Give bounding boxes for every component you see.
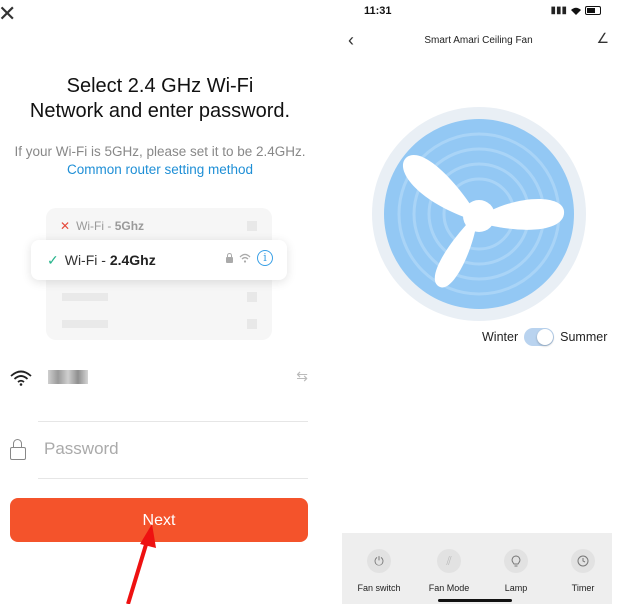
- switch-network-icon[interactable]: ⇆: [296, 368, 308, 385]
- nav-title: Smart Amari Ceiling Fan: [424, 35, 533, 46]
- signal-icon: ▮▮▮: [550, 5, 567, 16]
- password-input[interactable]: [42, 438, 286, 460]
- lamp-control[interactable]: Lamp: [486, 549, 546, 593]
- placeholder-bar: [62, 293, 108, 301]
- control-label: Fan switch: [357, 583, 401, 593]
- wifi-setup-screen: ✕ Select 2.4 GHz Wi-Fi Network and enter…: [0, 0, 320, 604]
- router-settings-link[interactable]: Common router setting method: [67, 162, 253, 177]
- fan-switch-control[interactable]: ⏻ Fan switch: [349, 549, 409, 593]
- control-label: Timer: [571, 583, 595, 593]
- battery-icon: [585, 6, 601, 15]
- control-bar: ⏻ Fan switch ⫽ Fan Mode Lamp Timer: [342, 533, 612, 604]
- placeholder-square: [247, 319, 257, 329]
- password-field[interactable]: [10, 433, 308, 473]
- checkmark-icon: ✓: [47, 252, 59, 268]
- wifi-small-icon: [239, 253, 251, 263]
- divider: [38, 421, 308, 422]
- page-title: Select 2.4 GHz Wi-Fi Network and enter p…: [0, 74, 320, 124]
- placeholder-square: [247, 221, 257, 231]
- wifi-24ghz-row: ✓ Wi-Fi - 2.4Ghz: [47, 252, 156, 269]
- fan-mode-control[interactable]: ⫽ Fan Mode: [419, 549, 479, 593]
- wifi-5ghz-row: ✕ Wi-Fi - 5Ghz: [60, 219, 144, 233]
- wifi-24ghz-card: ✓ Wi-Fi - 2.4Ghz i: [31, 240, 287, 280]
- home-indicator: [438, 599, 512, 602]
- status-time: 11:31: [364, 5, 392, 17]
- control-label: Fan Mode: [428, 583, 470, 593]
- wifi-24ghz-prefix: Wi-Fi -: [64, 252, 110, 268]
- timer-control[interactable]: Timer: [553, 549, 613, 593]
- control-label: Lamp: [504, 583, 528, 593]
- status-icons: ▮▮▮: [550, 5, 601, 16]
- divider: [38, 478, 308, 479]
- page-subtitle: If your Wi-Fi is 5GHz, please set it to …: [14, 143, 306, 179]
- wifi-status-icon: [571, 7, 581, 15]
- toggle-knob: [537, 329, 554, 345]
- edit-icon[interactable]: ∠: [596, 30, 609, 47]
- placeholder-bar: [62, 320, 108, 328]
- subtitle-text: If your Wi-Fi is 5GHz, please set it to …: [14, 144, 306, 159]
- lock-icon: [226, 253, 233, 263]
- title-line-2: Network and enter password.: [29, 100, 291, 122]
- wifi-5ghz-prefix: Wi-Fi -: [76, 219, 115, 233]
- placeholder-square: [247, 292, 257, 302]
- wifi-24ghz-icons: i: [226, 250, 273, 266]
- x-mark-icon: ✕: [60, 219, 71, 233]
- title-line-1: Select 2.4 GHz Wi-Fi: [66, 75, 254, 97]
- fan-control-screen: 11:31 ▮▮▮ ‹ Smart Amari Ceiling Fan ∠ Wi…: [334, 0, 623, 604]
- wifi-network-field[interactable]: ⇆: [10, 360, 308, 400]
- info-icon: i: [257, 250, 273, 266]
- close-icon[interactable]: ✕: [0, 3, 18, 25]
- red-arrow-annotation: [126, 524, 156, 604]
- season-toggle[interactable]: [524, 328, 555, 346]
- lamp-icon: [504, 549, 528, 573]
- wifi-icon: [10, 370, 32, 386]
- ssid-value-blurred: [48, 370, 88, 384]
- wifi-5ghz-band: 5Ghz: [114, 219, 145, 233]
- season-summer-label: Summer: [560, 330, 608, 344]
- season-toggle-row: Winter Summer: [482, 328, 607, 346]
- wifi-24ghz-band: 2.4Ghz: [109, 252, 156, 268]
- fan-illustration[interactable]: [372, 107, 586, 321]
- season-winter-label: Winter: [482, 330, 519, 344]
- timer-icon: [571, 549, 595, 573]
- power-icon: ⏻: [367, 549, 391, 573]
- fan-mode-icon: ⫽: [437, 549, 461, 573]
- lock-icon: [10, 439, 26, 460]
